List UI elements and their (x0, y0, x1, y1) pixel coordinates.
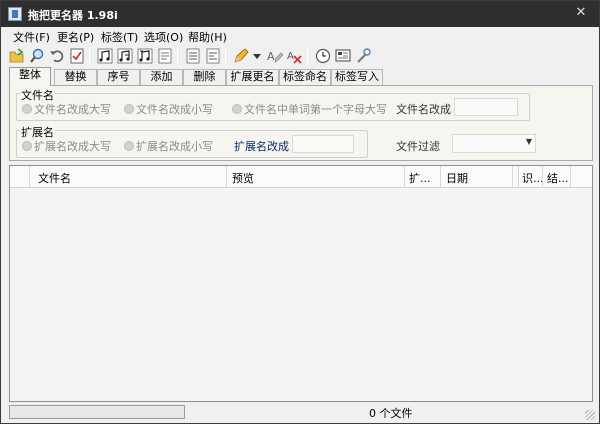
tab-add[interactable]: 添加 (140, 69, 183, 85)
file-list[interactable]: 文件名 预览 扩... 日期 识... 结... (9, 165, 593, 402)
tab-extension-rename[interactable]: 扩展更名 (226, 69, 279, 85)
column-header-identify[interactable]: 识... (519, 166, 543, 188)
tools-icon[interactable] (354, 47, 372, 65)
column-header-select[interactable] (10, 166, 30, 188)
overall-panel: 文件名 文件名改成大写 文件名改成小写 文件名中单词第一个字母大写 文件名改成 … (9, 85, 593, 161)
file-list-header: 文件名 预览 扩... 日期 识... 结... (10, 166, 592, 188)
toolbar-separator (307, 48, 308, 64)
radio-dot (232, 104, 242, 114)
column-header-result[interactable]: 结... (543, 166, 571, 188)
file-count-status: 0 个文件 (369, 407, 413, 420)
tab-replace[interactable]: 替换 (54, 69, 97, 85)
search-icon[interactable] (28, 47, 46, 65)
close-icon[interactable]: ✕ (573, 5, 589, 21)
column-header-preview[interactable]: 预览 (227, 166, 405, 188)
tab-tag-write[interactable]: 标签写入 (331, 69, 383, 85)
app-window: 拖把更名器 1.98i ✕ 文件(F) 更名(P) 标签(T) 选项(O) 帮助… (0, 0, 600, 424)
file-filter-combo[interactable]: ▼ (452, 134, 536, 153)
column-header-extension[interactable]: 扩... (405, 166, 441, 188)
filename-rename-label: 文件名改成 (396, 103, 451, 116)
column-header-filename[interactable]: 文件名 (30, 166, 227, 188)
clock-icon[interactable] (314, 47, 332, 65)
radio-filename-upper[interactable]: 文件名改成大写 (22, 101, 111, 117)
extension-rename-label: 扩展名改成 (234, 140, 289, 153)
file-filter-label: 文件过滤 (396, 140, 440, 153)
open-folder-icon[interactable] (8, 47, 26, 65)
rename-delete-icon[interactable]: A (285, 47, 303, 65)
radio-filename-lower[interactable]: 文件名改成小写 (124, 101, 213, 117)
music-note-edit-icon[interactable] (116, 47, 134, 65)
radio-dot (124, 141, 134, 151)
toolbar: A A (1, 46, 599, 66)
radio-filename-capitalize[interactable]: 文件名中单词第一个字母大写 (232, 101, 387, 117)
radio-label: 文件名改成大写 (34, 103, 111, 116)
rename-a-icon[interactable]: A (265, 47, 283, 65)
screen-icon[interactable] (334, 47, 352, 65)
tab-delete[interactable]: 删除 (183, 69, 226, 85)
menu-bar: 文件(F) 更名(P) 标签(T) 选项(O) 帮助(H) (1, 27, 599, 46)
window-title: 拖把更名器 1.98i (28, 9, 118, 22)
chevron-down-icon[interactable]: ▼ (526, 137, 532, 146)
document-list-icon[interactable] (156, 47, 174, 65)
menu-options[interactable]: 选项(O) (144, 29, 183, 45)
column-header-date[interactable]: 日期 (441, 166, 513, 188)
radio-extension-lower[interactable]: 扩展名改成小写 (124, 138, 213, 154)
tab-overall[interactable]: 整体 (9, 67, 51, 86)
checklist-icon[interactable] (68, 47, 86, 65)
extension-rename-input[interactable] (292, 135, 354, 153)
filename-rename-input[interactable] (454, 98, 518, 116)
status-bar: 0 个文件 (1, 403, 599, 423)
radio-dot (22, 104, 32, 114)
radio-extension-upper[interactable]: 扩展名改成大写 (22, 138, 111, 154)
svg-text:A: A (267, 50, 275, 63)
document-edit-icon[interactable] (204, 47, 222, 65)
title-bar[interactable]: 拖把更名器 1.98i ✕ (1, 1, 599, 27)
radio-label: 扩展名改成大写 (34, 140, 111, 153)
tab-tag-naming[interactable]: 标签命名 (279, 69, 331, 85)
radio-label: 扩展名改成小写 (136, 140, 213, 153)
radio-label: 文件名改成小写 (136, 103, 213, 116)
pencil-icon[interactable] (232, 47, 250, 65)
radio-dot (124, 104, 134, 114)
tab-sequence[interactable]: 序号 (97, 69, 140, 85)
toolbar-separator (225, 48, 226, 64)
column-header-filler (571, 166, 592, 188)
radio-label: 文件名中单词第一个字母大写 (244, 103, 387, 116)
dropdown-arrow-icon[interactable] (252, 47, 262, 65)
menu-help[interactable]: 帮助(H) (188, 29, 227, 45)
radio-dot (22, 141, 32, 151)
progress-bar (9, 405, 185, 419)
document-icon[interactable] (184, 47, 202, 65)
svg-text:A: A (287, 51, 294, 62)
music-note-write-icon[interactable] (136, 47, 154, 65)
resize-grip-icon[interactable] (585, 410, 595, 420)
menu-file[interactable]: 文件(F) (13, 29, 50, 45)
toolbar-separator (177, 48, 178, 64)
music-note-icon[interactable] (96, 47, 114, 65)
menu-tags[interactable]: 标签(T) (101, 29, 138, 45)
undo-icon[interactable] (48, 47, 66, 65)
app-icon (8, 7, 22, 21)
toolbar-separator (89, 48, 90, 64)
menu-rename[interactable]: 更名(P) (57, 29, 94, 45)
